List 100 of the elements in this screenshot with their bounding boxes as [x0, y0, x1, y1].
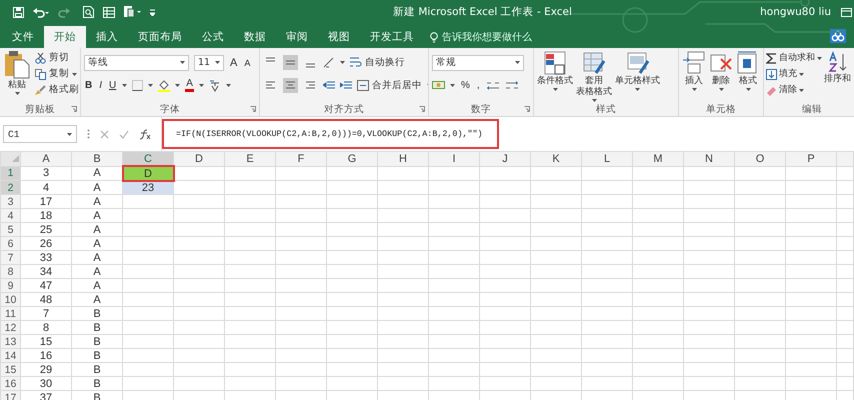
- ribbon-button[interactable]: 清除: [766, 84, 822, 96]
- row-header[interactable]: 13: [0, 334, 20, 348]
- text-align-icon[interactable]: [283, 78, 298, 93]
- caret-icon[interactable]: [552, 88, 558, 91]
- shrink-font-button[interactable]: A: [243, 56, 252, 68]
- ribbon-tab[interactable]: 页面布局: [128, 26, 192, 48]
- row-header[interactable]: 10: [0, 292, 20, 306]
- sort-filter-button[interactable]: 排序和: [823, 51, 852, 85]
- italic-button[interactable]: I: [98, 80, 104, 92]
- table-cell[interactable]: 7: [20, 306, 72, 320]
- underline-button[interactable]: U: [108, 80, 118, 92]
- caret-icon[interactable]: [692, 88, 696, 91]
- column-header[interactable]: N: [684, 152, 734, 166]
- increase-indent-icon[interactable]: [340, 80, 352, 91]
- caret-icon[interactable]: [592, 99, 596, 102]
- caret-icon[interactable]: [799, 72, 804, 76]
- row-header[interactable]: 8: [0, 264, 20, 278]
- caret-icon[interactable]: [122, 84, 128, 87]
- table-cell[interactable]: 33: [20, 250, 72, 264]
- paste-button[interactable]: 粘贴: [3, 51, 31, 95]
- table-cell[interactable]: B: [72, 362, 122, 376]
- cell-styles-button[interactable]: 单元格样式: [614, 51, 661, 91]
- tell-me-field[interactable]: 告诉我你想要做什么: [442, 32, 552, 42]
- column-header[interactable]: L: [582, 152, 632, 166]
- table-cell[interactable]: B: [72, 306, 122, 320]
- caret-icon[interactable]: [14, 92, 20, 95]
- column-header[interactable]: I: [428, 152, 480, 166]
- caret-icon[interactable]: [515, 61, 520, 64]
- ribbon-tab[interactable]: 审阅: [276, 26, 318, 48]
- format-cells-button[interactable]: 格式: [735, 51, 761, 91]
- row-header[interactable]: 12: [0, 320, 20, 334]
- percent-button[interactable]: %: [460, 80, 471, 92]
- ribbon-button[interactable]: 填充: [766, 68, 822, 80]
- increase-decimal-icon[interactable]: [486, 80, 500, 91]
- row-header[interactable]: 7: [0, 250, 20, 264]
- ribbon-button[interactable]: 复制: [35, 68, 79, 80]
- row-header[interactable]: 6: [0, 236, 20, 250]
- column-header[interactable]: C: [122, 152, 174, 166]
- caret-icon[interactable]: [450, 84, 455, 87]
- bold-button[interactable]: B: [84, 80, 94, 92]
- ribbon-tab[interactable]: 文件: [2, 26, 44, 48]
- row-header[interactable]: 3: [0, 194, 20, 208]
- table-cell[interactable]: 47: [20, 278, 72, 292]
- row-header[interactable]: 5: [0, 222, 20, 236]
- font-name-dropdown[interactable]: 等线: [84, 54, 189, 70]
- table-cell[interactable]: B: [72, 376, 122, 390]
- ribbon-tab[interactable]: 插入: [86, 26, 128, 48]
- table-cell[interactable]: A: [72, 250, 122, 264]
- caret-icon[interactable]: [226, 84, 231, 87]
- table-cell[interactable]: 30: [20, 376, 72, 390]
- caret-icon[interactable]: [67, 132, 72, 136]
- column-header[interactable]: P: [786, 152, 836, 166]
- font-size-dropdown[interactable]: 11: [194, 54, 224, 70]
- table-cell[interactable]: B: [72, 334, 122, 348]
- table-cell[interactable]: 17: [20, 194, 72, 208]
- orientation-icon[interactable]: [323, 57, 335, 68]
- table-cell[interactable]: A: [72, 222, 122, 236]
- customize-icon[interactable]: [150, 8, 155, 16]
- column-header[interactable]: O: [734, 152, 786, 166]
- table-cell[interactable]: D: [122, 166, 174, 180]
- document-icon[interactable]: [124, 6, 141, 18]
- ribbon-button[interactable]: 格式刷: [35, 84, 79, 96]
- merge-center-button[interactable]: 合并后居中: [357, 80, 422, 92]
- caret-icon[interactable]: [635, 88, 640, 91]
- caret-icon[interactable]: [799, 88, 804, 92]
- dialog-launcher-icon[interactable]: [524, 106, 530, 112]
- ribbon-tab[interactable]: 开发工具: [360, 26, 424, 48]
- table-cell[interactable]: 29: [20, 362, 72, 376]
- table-cell[interactable]: 34: [20, 264, 72, 278]
- table-cell[interactable]: A: [72, 194, 122, 208]
- row-header[interactable]: 4: [0, 208, 20, 222]
- dialog-launcher-icon[interactable]: [250, 106, 256, 112]
- table-cell[interactable]: 18: [20, 208, 72, 222]
- number-format-dropdown[interactable]: 常规: [432, 54, 524, 70]
- fill-bucket-icon[interactable]: [158, 80, 170, 92]
- column-header[interactable]: G: [326, 152, 378, 166]
- ribbon-button[interactable]: 剪切: [35, 52, 79, 64]
- column-header[interactable]: M: [632, 152, 684, 166]
- table-cell[interactable]: 15: [20, 334, 72, 348]
- ribbon-button[interactable]: 自动求和: [766, 52, 822, 64]
- caret-icon[interactable]: [340, 61, 345, 64]
- column-header[interactable]: E: [224, 152, 276, 166]
- column-header[interactable]: J: [480, 152, 530, 166]
- row-header[interactable]: 14: [0, 348, 20, 362]
- format-as-table-button[interactable]: 套用 表格格式: [575, 51, 613, 102]
- dialog-launcher-icon[interactable]: [419, 106, 425, 112]
- ribbon-tab[interactable]: 公式: [192, 26, 234, 48]
- font-color-button[interactable]: A: [185, 79, 194, 92]
- decrease-decimal-icon[interactable]: [504, 80, 519, 91]
- vertical-align-icon[interactable]: [283, 55, 298, 70]
- table-cell[interactable]: B: [72, 348, 122, 362]
- caret-icon[interactable]: [215, 61, 220, 64]
- table-cell[interactable]: 25: [20, 222, 72, 236]
- row-header[interactable]: 15: [0, 362, 20, 376]
- conditional-formatting-button[interactable]: 条件格式: [536, 51, 574, 91]
- table-cell[interactable]: 4: [20, 180, 72, 194]
- ribbon-tab[interactable]: 开始: [44, 26, 86, 48]
- column-header[interactable]: B: [72, 152, 122, 166]
- table-cell[interactable]: 16: [20, 348, 72, 362]
- name-box[interactable]: C1: [3, 125, 77, 143]
